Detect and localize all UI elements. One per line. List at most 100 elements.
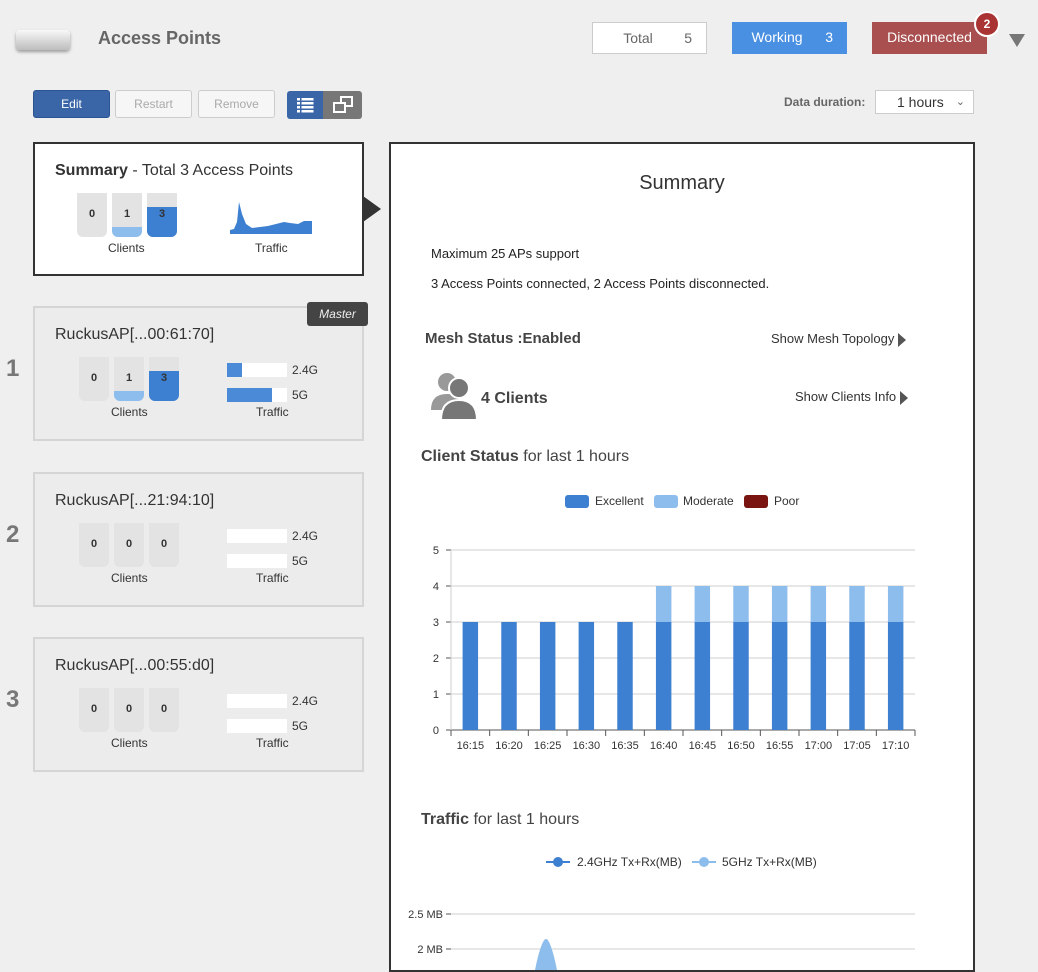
bar-excellent (771, 622, 788, 730)
selected-pointer-icon (363, 196, 381, 222)
working-count: 3 (825, 29, 833, 45)
ap-index-3: 3 (6, 686, 20, 713)
ap2-clients-moderate-count: 0 (125, 538, 133, 550)
ap2-band-24-label: 2.4G (292, 529, 319, 543)
clients-excellent-box: 3 (147, 193, 177, 237)
summary-card-title: Summary - Total 3 Access Points (55, 162, 293, 180)
panel-title: Summary (639, 172, 725, 194)
ap2-traffic-5-bar (227, 554, 287, 568)
ap3-traffic-label: Traffic (256, 736, 289, 750)
data-duration-label: Data duration: (784, 95, 866, 109)
bar-moderate (771, 586, 788, 622)
legend-5ghz-marker (692, 857, 716, 867)
bar-excellent (617, 622, 633, 730)
list-view-button[interactable] (287, 91, 323, 119)
show-mesh-topology-label: Show Mesh Topology (771, 331, 895, 346)
summary-card[interactable]: Summary - Total 3 Access Points 0 1 3 Cl… (33, 142, 364, 276)
ap-card-3[interactable]: RuckusAP[...00:55:d0] 0 0 0 Clients 2.4G… (33, 637, 364, 772)
traffic-title-rest: for last 1 hours (469, 811, 580, 828)
ap1-clients-excellent-count: 3 (160, 372, 168, 384)
chevron-down-icon: ⌄ (955, 96, 965, 108)
legend-5ghz-label: 5GHz Tx+Rx(MB) (722, 855, 817, 869)
bar-moderate (694, 586, 711, 622)
clients-moderate-count: 1 (123, 208, 131, 220)
total-filter-button[interactable]: Total 5 (592, 22, 707, 54)
x-tick-label: 16:30 (573, 740, 601, 752)
traffic-5ghz-area (535, 939, 557, 970)
disconnected-filter-button[interactable]: Disconnected (872, 22, 987, 54)
legend-moderate-label: Moderate (683, 494, 734, 508)
client-status-chart: 0 1 2 3 4 5 16:15 16:20 16:25 16:30 16:35 16:40 16:4… (433, 545, 916, 752)
ap3-clients-poor-count: 0 (90, 703, 98, 715)
data-duration-value: 1 hours (897, 94, 944, 110)
legend-excellent-label: Excellent (595, 494, 644, 508)
bar-excellent (733, 622, 749, 730)
working-filter-button[interactable]: Working 3 (732, 22, 847, 54)
ap-card-1[interactable]: RuckusAP[...00:61:70] 0 1 3 Clients 2.4G… (33, 306, 364, 441)
bar-excellent (655, 622, 672, 730)
ap1-traffic-5-fill (227, 388, 272, 402)
client-status-title-bold: Client Status (421, 448, 519, 465)
restart-button[interactable]: Restart (115, 90, 192, 118)
collapse-triangle-icon[interactable] (1009, 34, 1025, 47)
topology-view-icon (333, 96, 353, 113)
ap1-clients-poor-box: 0 (79, 357, 109, 401)
data-duration-select[interactable]: 1 hours ⌄ (875, 90, 974, 114)
traffic-title-bold: Traffic (421, 811, 470, 828)
legend-24ghz-label: 2.4GHz Tx+Rx(MB) (577, 855, 682, 869)
users-icon (431, 373, 479, 420)
legend-excellent-swatch (565, 495, 589, 508)
legend-poor-swatch (744, 495, 768, 508)
ap2-clients-poor-box: 0 (79, 523, 109, 567)
x-tick-label: 17:10 (882, 740, 910, 752)
ap2-band-5-label: 5G (292, 554, 309, 568)
total-count: 5 (684, 30, 692, 46)
mesh-status: Mesh Status :Enabled (425, 330, 581, 347)
connected-text: 3 Access Points connected, 2 Access Poin… (431, 276, 770, 291)
topology-view-button[interactable] (323, 91, 362, 119)
show-clients-info-link[interactable]: Show Clients Info (795, 389, 909, 405)
working-label: Working (751, 29, 803, 45)
master-badge: Master (307, 302, 368, 326)
ap-card-2[interactable]: RuckusAP[...21:94:10] 0 0 0 Clients 2.4G… (33, 472, 364, 607)
caret-right-icon (898, 332, 907, 347)
ap1-clients-excellent-box: 3 (149, 357, 179, 401)
ap1-clients-moderate-count: 1 (125, 372, 133, 384)
ap1-clients-poor-count: 0 (90, 372, 98, 384)
bar-excellent (694, 622, 711, 730)
x-tick-label: 17:00 (805, 740, 833, 752)
x-tick-label: 16:25 (534, 740, 562, 752)
bar-excellent (849, 622, 865, 730)
remove-button[interactable]: Remove (198, 90, 275, 118)
show-mesh-topology-link[interactable]: Show Mesh Topology (771, 331, 907, 347)
y-tick-label: 3 (433, 617, 439, 629)
y-tick-label: 2 MB (417, 944, 443, 956)
ap3-clients-poor-box: 0 (79, 688, 109, 732)
bar-excellent (539, 622, 556, 730)
x-tick-label: 16:15 (457, 740, 485, 752)
ap1-clients-label: Clients (111, 405, 148, 419)
summary-card-title-rest: - Total 3 Access Points (127, 162, 294, 179)
x-tick-label: 17:05 (843, 740, 871, 752)
legend-moderate-swatch (654, 495, 678, 508)
clients-label: Clients (108, 241, 145, 255)
clients-poor-count: 0 (88, 208, 96, 220)
ap3-clients-label: Clients (111, 736, 148, 750)
bar-moderate (733, 586, 749, 622)
bar-moderate (849, 586, 865, 622)
ap2-clients-excellent-box: 0 (149, 523, 179, 567)
list-view-icon (297, 98, 314, 113)
traffic-title: Traffic for last 1 hours (421, 811, 579, 829)
y-tick-label: 2.5 MB (408, 909, 443, 921)
traffic-chart: 2.5 MB 2 MB (408, 909, 915, 970)
ap3-clients-excellent-box: 0 (149, 688, 179, 732)
y-tick-label: 2 (433, 653, 439, 665)
ap1-traffic-24-fill (227, 363, 242, 377)
y-tick-label: 0 (433, 725, 439, 737)
clients-excellent-count: 3 (158, 208, 166, 220)
device-icon (16, 30, 70, 50)
bar-excellent (501, 622, 517, 730)
x-tick-label: 16:40 (650, 740, 678, 752)
show-clients-info-label: Show Clients Info (795, 389, 897, 404)
edit-button[interactable]: Edit (33, 90, 110, 118)
